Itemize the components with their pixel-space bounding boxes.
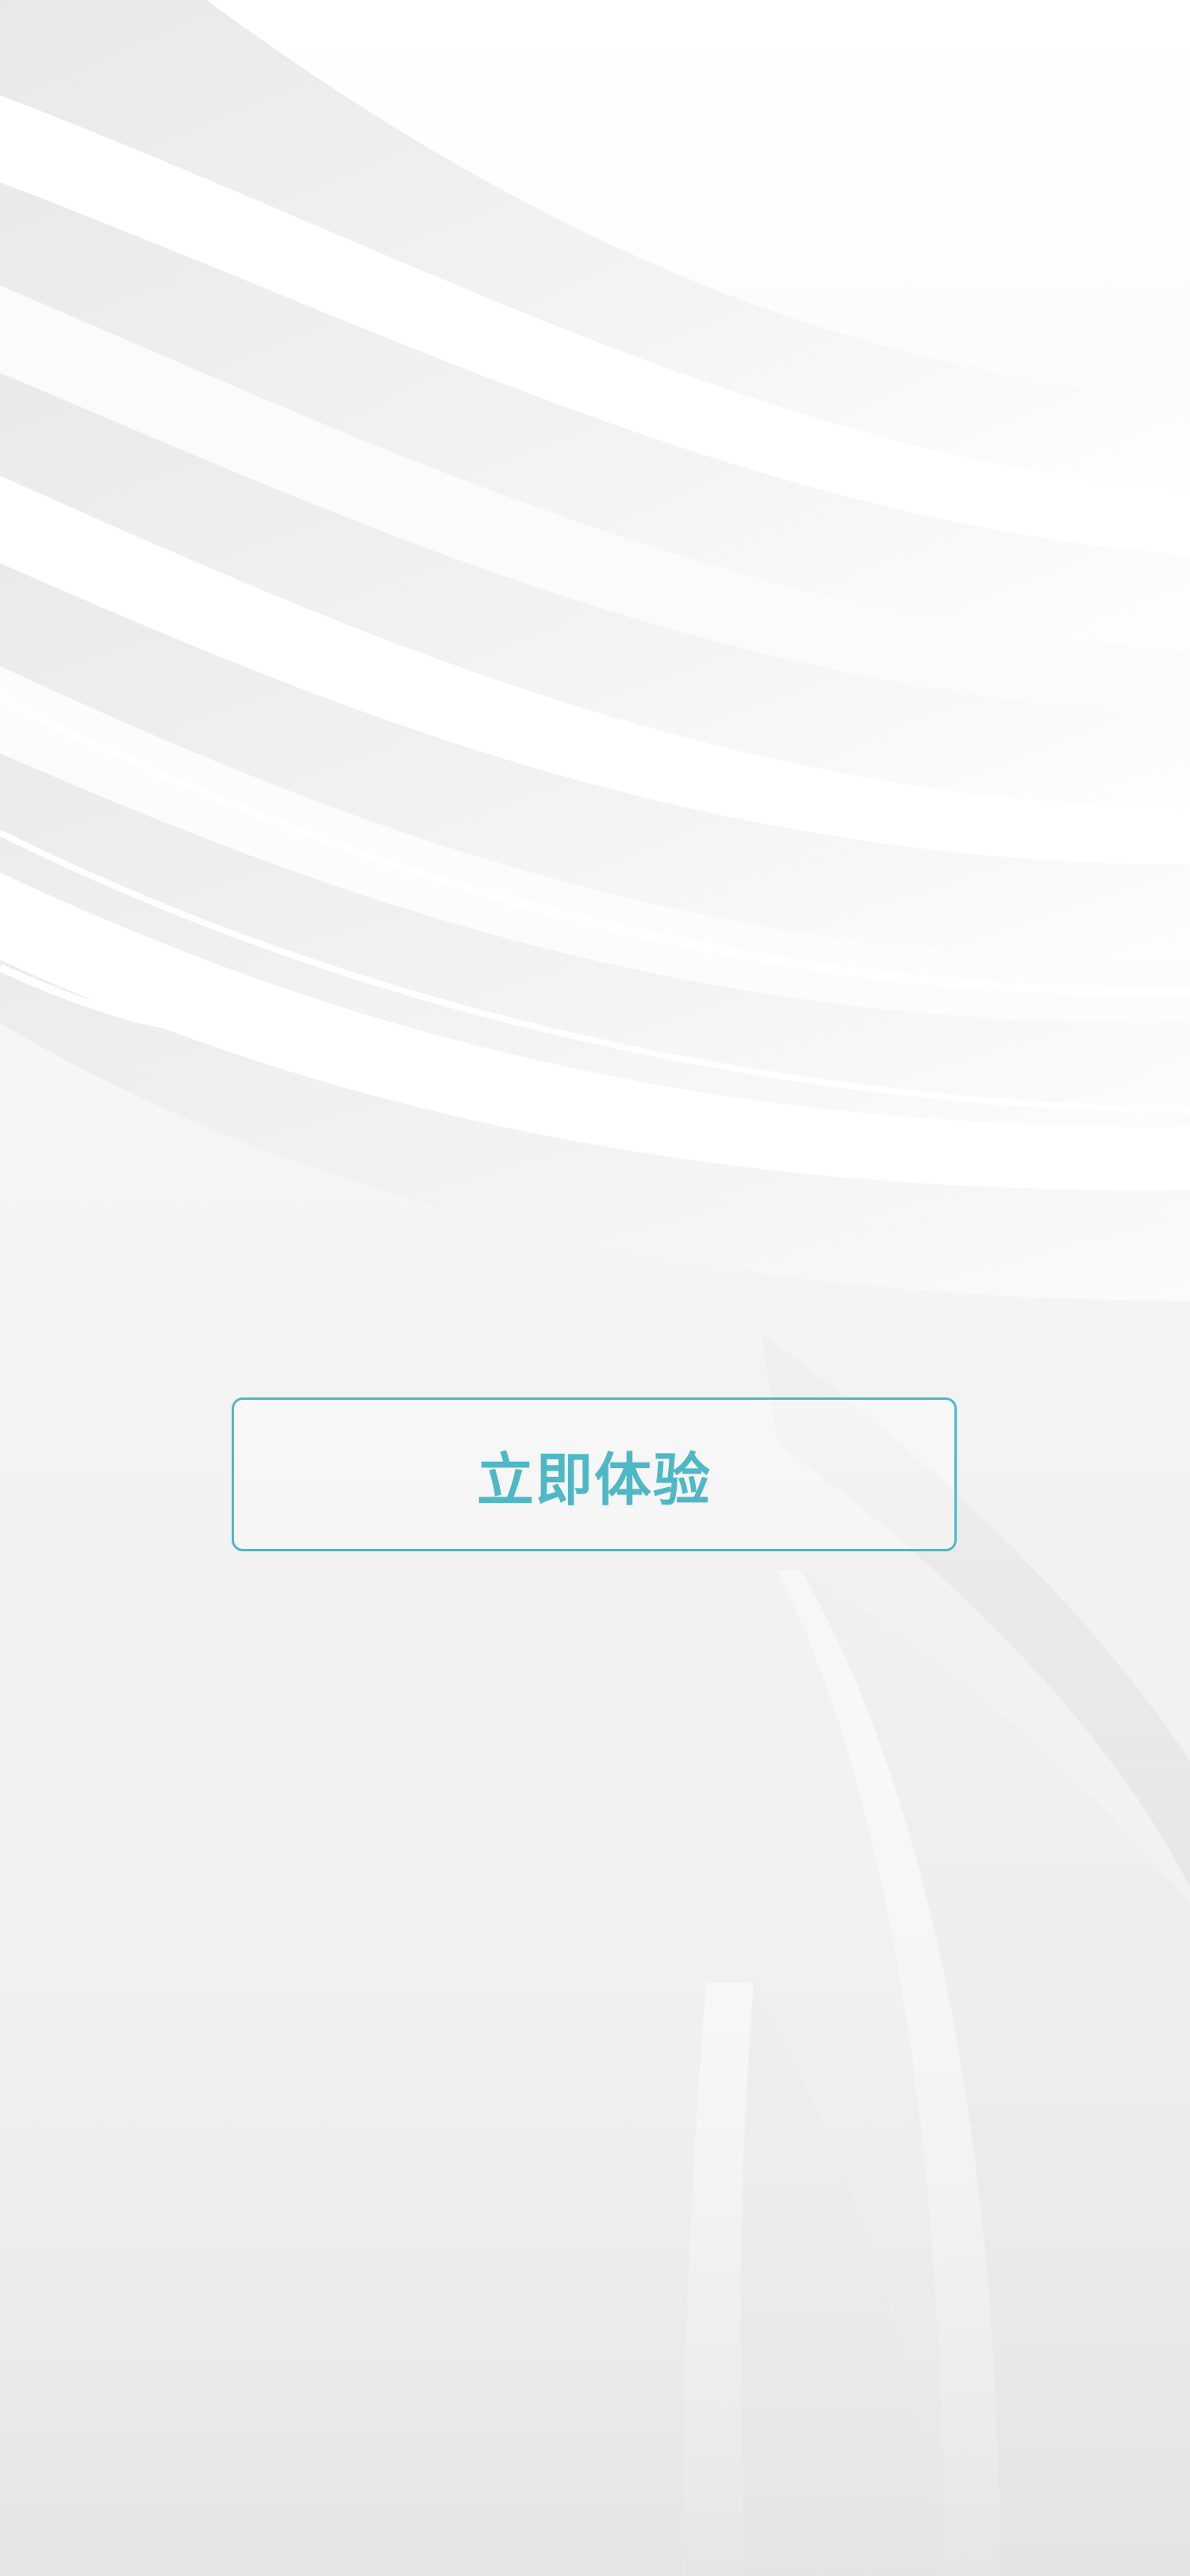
start-experience-button[interactable]: 立即体验 bbox=[232, 1397, 957, 1551]
start-experience-label: 立即体验 bbox=[476, 1446, 712, 1513]
splash-screen: 立即体验 bbox=[0, 0, 1190, 2576]
background-artwork bbox=[0, 0, 1190, 2576]
